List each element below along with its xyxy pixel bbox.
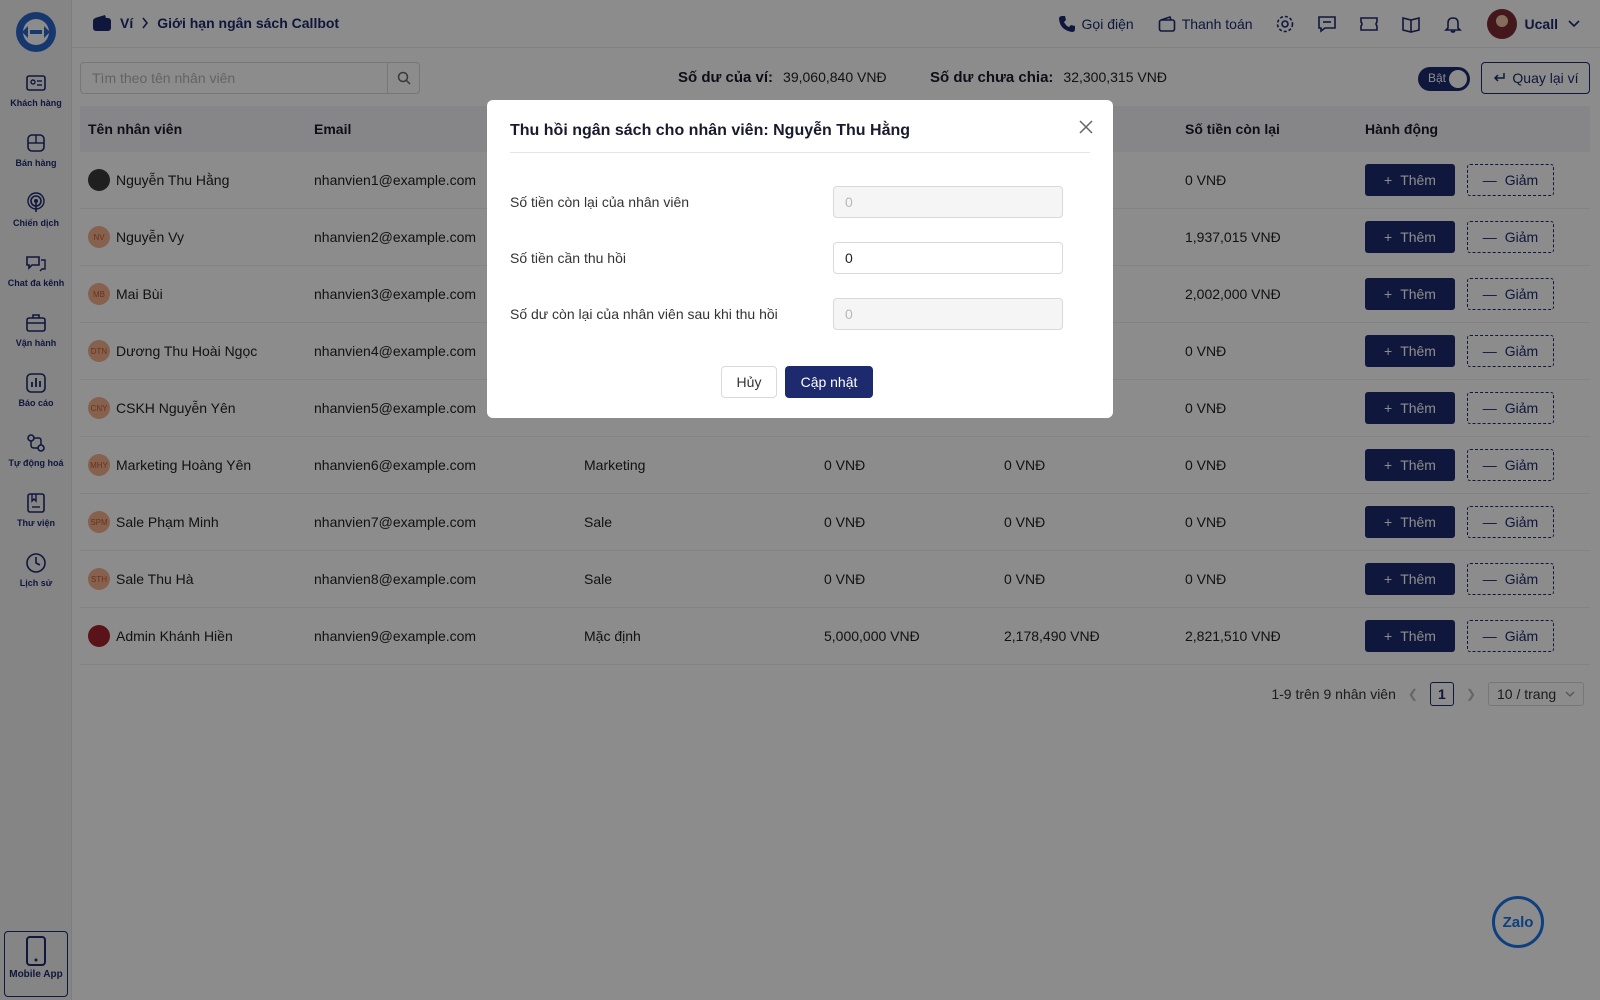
field-row-revoke: Số tiền cần thu hồi 0	[510, 242, 1070, 274]
field-row-after: Số dư còn lại của nhân viên sau khi thu …	[510, 298, 1070, 330]
cancel-button[interactable]: Hủy	[721, 366, 777, 398]
close-icon	[1079, 120, 1093, 134]
modal-divider	[510, 152, 1090, 153]
modal-close-button[interactable]	[1079, 120, 1093, 137]
field-revoke-input[interactable]: 0	[833, 242, 1063, 274]
field-remaining-input: 0	[833, 186, 1063, 218]
revoke-budget-modal: Thu hồi ngân sách cho nhân viên: Nguyễn …	[487, 100, 1113, 418]
field-after-label: Số dư còn lại của nhân viên sau khi thu …	[510, 306, 778, 322]
modal-title: Thu hồi ngân sách cho nhân viên: Nguyễn …	[510, 122, 911, 139]
field-after-input: 0	[833, 298, 1063, 330]
update-button[interactable]: Cập nhật	[785, 366, 873, 398]
modal-actions: Hủy Cập nhật	[487, 366, 1113, 398]
field-remaining-label: Số tiền còn lại của nhân viên	[510, 194, 690, 210]
field-revoke-label: Số tiền cần thu hồi	[510, 250, 626, 266]
field-row-remaining: Số tiền còn lại của nhân viên 0	[510, 186, 1070, 218]
